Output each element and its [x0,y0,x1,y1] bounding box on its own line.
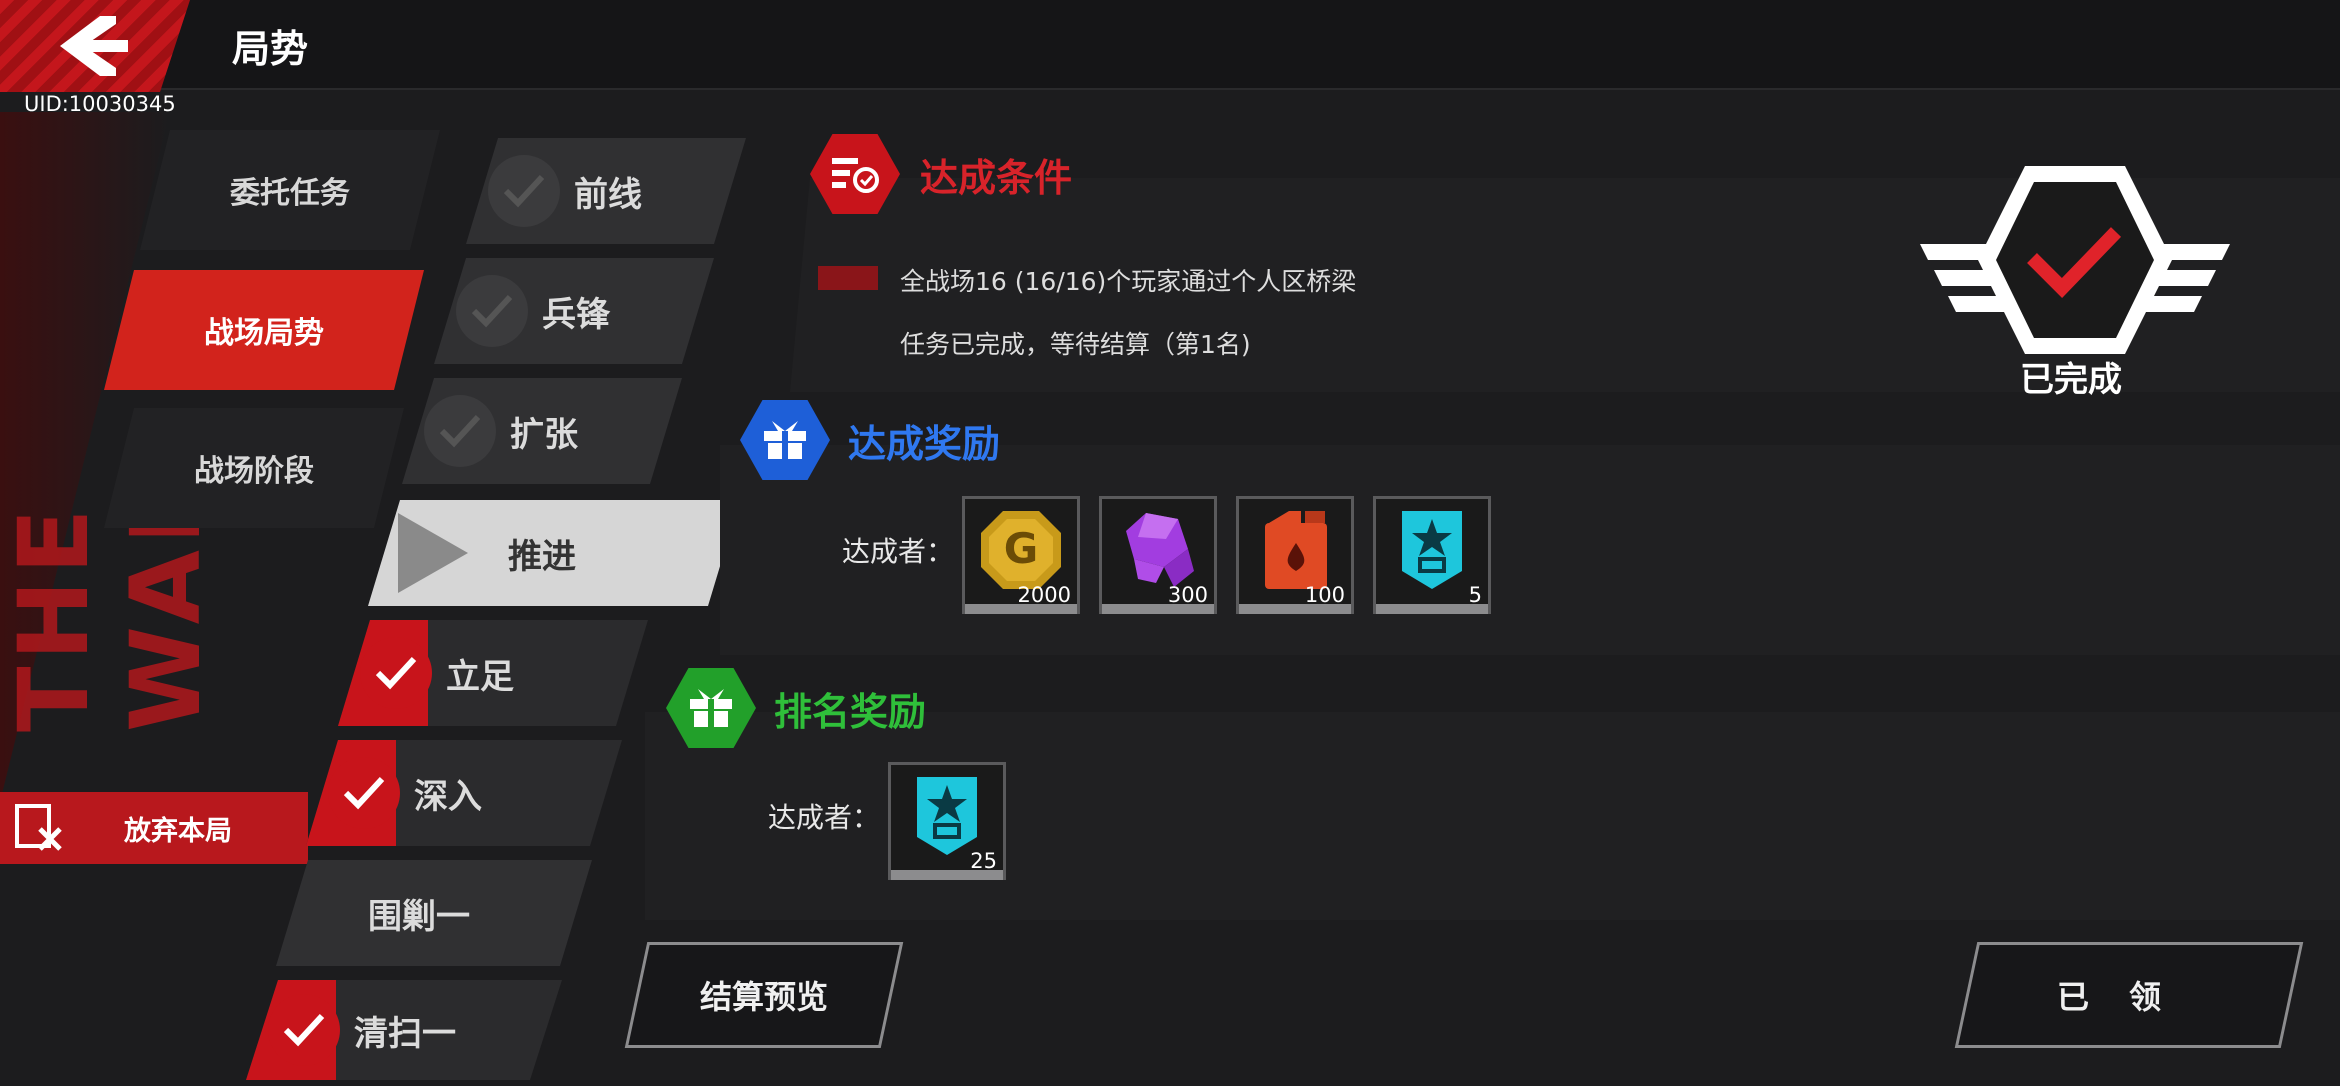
check-icon [424,395,496,467]
gold-coin-icon: G [981,511,1061,589]
stage-label: 立足 [446,656,514,697]
stage-item-encircle[interactable]: 围剿一 [276,860,592,966]
condition-title: 达成条件 [920,155,1073,200]
check-icon [328,757,400,829]
svg-text:G: G [1004,524,1038,573]
star-badge-icon [1402,511,1462,589]
check-icon [268,994,340,1066]
check-icon [488,155,560,227]
settlement-preview-button[interactable]: 结算预览 [624,942,904,1048]
ranking-title: 排名奖励 [774,689,927,734]
stage-item-deep[interactable]: 深入 [306,740,622,846]
fuel-can-icon [1265,511,1327,589]
reward-title: 达成奖励 [848,421,1001,466]
top-bar [0,0,2340,90]
abandon-icon [15,804,62,851]
stage-item-frontline[interactable]: 前线 [466,138,746,244]
reward-item-fuel[interactable]: 100 [1236,496,1354,614]
ranking-header: 排名奖励 [666,668,926,748]
completed-emblem-icon [1920,166,2230,354]
stage-item-sweep[interactable]: 清扫一 [246,980,562,1080]
stage-label: 清扫一 [354,1013,456,1054]
stage-label: 深入 [414,776,482,817]
reward-achiever-label: 达成者： [842,535,955,568]
menu-item-battle-stage[interactable]: 战场阶段 [104,408,404,528]
purple-crystal-icon [1126,513,1194,587]
star-badge-icon [917,777,977,855]
check-icon [456,275,528,347]
gift-icon [740,400,830,480]
stage-item-foothold[interactable]: 立足 [338,620,648,726]
item-footer [891,870,1003,880]
item-footer [1102,604,1214,614]
page-title: 局势 [232,27,309,71]
condition-status: 任务已完成，等待结算（第1名) [900,330,1251,359]
condition-text: 全战场16 (16/16)个玩家通过个人区桥梁 [900,267,1357,296]
abandon-button[interactable]: 放弃本局 [0,792,308,864]
gift-icon [666,668,756,748]
status-completed-label: 已完成 [2020,360,2122,400]
stage-label: 前线 [574,174,642,215]
claimed-label: 已领 [2056,978,2201,1016]
ranking-item-badge[interactable]: 25 [888,762,1006,880]
reward-item-gold[interactable]: G 2000 [962,496,1080,614]
settlement-preview-label: 结算预览 [699,978,828,1016]
reward-item-crystal[interactable]: 300 [1099,496,1217,614]
reward-header: 达成奖励 [740,400,1000,480]
item-footer [1239,604,1351,614]
stage-item-advance[interactable]: 推进 [368,500,740,606]
stage-label: 围剿一 [368,896,470,937]
abandon-label: 放弃本局 [124,815,232,847]
ranking-achiever-label: 达成者： [768,801,881,834]
stage-item-spearhead[interactable]: 兵锋 [434,258,714,364]
stage-label: 扩张 [510,414,578,455]
stage-label: 兵锋 [542,294,610,335]
menu-item-label: 战场阶段 [194,454,314,489]
stage-item-expand[interactable]: 扩张 [402,378,682,484]
item-footer [965,604,1077,614]
menu-item-label: 战场局势 [204,316,324,351]
check-icon [360,637,432,709]
condition-header: 达成条件 [810,134,1072,214]
play-triangle-icon [398,513,468,593]
menu-item-commission[interactable]: 委托任务 [140,130,440,250]
back-arrow-icon[interactable] [60,16,128,76]
reward-item-badge[interactable]: 5 [1373,496,1491,614]
item-footer [1376,604,1488,614]
claimed-button[interactable]: 已领 [1954,942,2304,1048]
menu-item-battle-status[interactable]: 战场局势 [104,270,424,390]
stage-label: 推进 [508,536,576,577]
menu-item-label: 委托任务 [230,176,350,211]
condition-bullet [818,266,878,290]
checklist-icon [810,134,900,214]
